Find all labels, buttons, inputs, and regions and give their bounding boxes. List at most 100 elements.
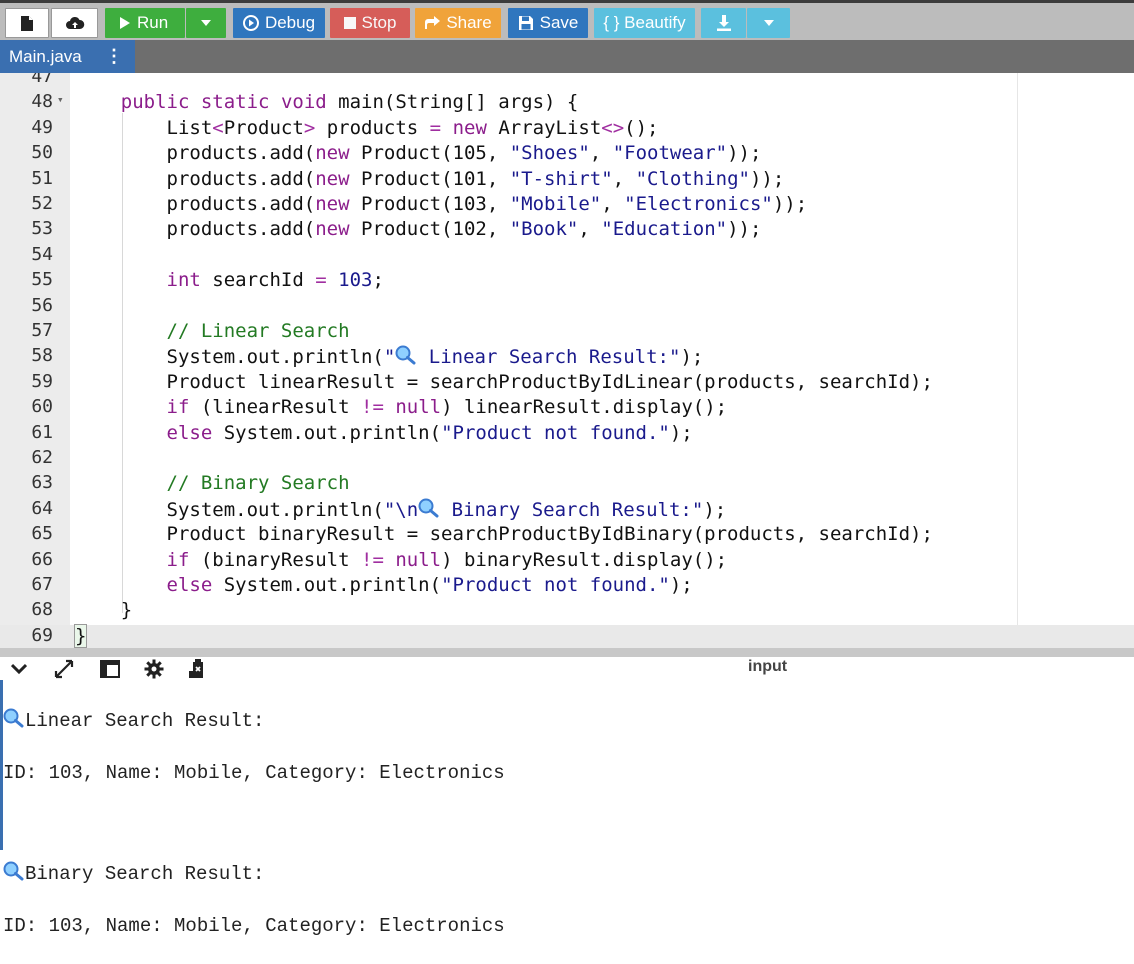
beautify-button[interactable]: { } Beautify — [594, 8, 695, 38]
code-line[interactable]: 53 products.add(new Product(102, "Book",… — [0, 218, 1134, 243]
run-options-dropdown[interactable] — [186, 8, 226, 38]
save-button[interactable]: Save — [508, 8, 588, 38]
code-line[interactable]: 55 int searchId = 103; — [0, 269, 1134, 294]
code-editor[interactable]: 47 48 ▾ public static void main(String[] a… — [0, 73, 1134, 650]
caret-down-icon — [201, 20, 211, 26]
line-number: 61 — [31, 421, 53, 443]
code-line[interactable]: 58 System.out.println(" Linear Search Re… — [0, 345, 1134, 370]
code-line[interactable]: 52 products.add(new Product(103, "Mobile… — [0, 193, 1134, 218]
clear-output-button[interactable] — [186, 657, 210, 680]
code-line[interactable]: 60 if (linearResult != null) linearResul… — [0, 396, 1134, 421]
output-line: ID: 103, Name: Mobile, Category: Electro… — [3, 915, 505, 937]
upload-button[interactable] — [51, 8, 98, 38]
line-number: 66 — [31, 548, 53, 570]
code-text[interactable]: products.add(new Product(101, "T-shirt",… — [75, 168, 785, 190]
line-number: 65 — [31, 523, 53, 545]
code-text[interactable]: System.out.println(" Linear Search Resul… — [75, 345, 703, 370]
magnifying-glass-icon — [3, 861, 25, 889]
code-text[interactable]: // Linear Search — [75, 320, 350, 342]
run-button[interactable]: Run — [105, 8, 185, 38]
expand-output-button[interactable] — [52, 657, 76, 680]
share-button[interactable]: Share — [415, 8, 501, 38]
download-options-dropdown[interactable] — [747, 8, 790, 38]
code-line[interactable]: 67 else System.out.println("Product not … — [0, 574, 1134, 599]
line-number: 57 — [31, 320, 53, 341]
code-text[interactable]: Product linearResult = searchProductById… — [75, 371, 933, 393]
code-text[interactable]: System.out.println("\n Binary Search Res… — [75, 498, 726, 523]
tab-main-java[interactable]: Main.java ⋮ — [0, 40, 135, 73]
line-number: 69 — [31, 624, 53, 646]
layout-toggle-button[interactable] — [98, 657, 122, 680]
line-number: 51 — [31, 167, 53, 189]
code-line[interactable]: 61 else System.out.println("Product not … — [0, 422, 1134, 447]
code-text[interactable]: Product binaryResult = searchProductById… — [75, 523, 933, 545]
line-number: 48 — [31, 91, 53, 113]
code-line[interactable]: 51 products.add(new Product(101, "T-shir… — [0, 168, 1134, 193]
output-toolbar: input — [0, 657, 1134, 680]
code-text[interactable]: products.add(new Product(105, "Shoes", "… — [75, 142, 762, 164]
code-line[interactable]: 64 System.out.println("\n Binary Search … — [0, 498, 1134, 523]
new-file-button[interactable] — [5, 8, 49, 38]
code-text[interactable]: } — [75, 599, 132, 621]
code-text[interactable]: List<Product> products = new ArrayList<>… — [75, 117, 659, 139]
output-line: Linear Search Result: — [3, 708, 505, 736]
debug-label: Debug — [264, 13, 316, 32]
share-icon — [425, 16, 441, 29]
code-line[interactable]: 62 — [0, 447, 1134, 472]
line-number: 68 — [31, 599, 53, 621]
code-text[interactable]: products.add(new Product(102, "Book", "E… — [75, 218, 762, 240]
save-label: Save — [539, 13, 579, 32]
kebab-menu-icon[interactable]: ⋮ — [105, 46, 123, 66]
line-number: 50 — [31, 142, 53, 164]
code-text[interactable]: else System.out.println("Product not fou… — [75, 422, 693, 444]
line-number: 54 — [31, 243, 53, 265]
fold-arrow-icon[interactable]: ▾ — [57, 93, 64, 106]
line-number: 59 — [31, 370, 53, 392]
expand-icon — [54, 659, 74, 678]
code-line[interactable]: 63 // Binary Search — [0, 472, 1134, 497]
code-text[interactable]: int searchId = 103; — [75, 269, 384, 291]
code-text[interactable]: } — [73, 623, 88, 648]
code-text[interactable]: // Binary Search — [75, 472, 350, 494]
play-icon — [120, 17, 130, 29]
code-line[interactable]: 57 // Linear Search — [0, 320, 1134, 345]
code-line[interactable]: 50 products.add(new Product(105, "Shoes"… — [0, 142, 1134, 167]
magnifying-glass-icon — [418, 498, 440, 523]
caret-down-icon — [763, 20, 774, 26]
beautify-label: { } Beautify — [603, 13, 686, 32]
settings-button[interactable] — [142, 657, 166, 680]
code-text[interactable]: public static void main(String[] args) { — [75, 91, 579, 113]
code-text[interactable]: products.add(new Product(103, "Mobile", … — [75, 193, 808, 215]
clear-icon — [189, 658, 203, 678]
line-number: 47 — [31, 73, 53, 87]
code-line[interactable]: 49 List<Product> products = new ArrayLis… — [0, 117, 1134, 142]
line-number: 55 — [31, 269, 53, 291]
file-icon — [21, 15, 33, 31]
code-text[interactable]: else System.out.println("Product not fou… — [75, 574, 693, 596]
input-label: input — [748, 658, 788, 675]
code-line[interactable]: 69} — [0, 623, 1134, 650]
collapse-output-button[interactable] — [8, 657, 30, 680]
layout-icon — [100, 659, 120, 678]
code-line[interactable]: 56 — [0, 295, 1134, 320]
chevron-down-icon — [11, 663, 27, 674]
download-button[interactable] — [701, 8, 746, 38]
output-console: Linear Search Result: ID: 103, Name: Mob… — [3, 683, 505, 964]
code-line[interactable]: 48 ▾ public static void main(String[] arg… — [0, 91, 1134, 116]
code-line[interactable]: 68 } — [0, 599, 1134, 624]
line-number: 62 — [31, 447, 53, 468]
stop-button[interactable]: Stop — [330, 8, 410, 38]
code-line[interactable]: 47 — [0, 73, 1134, 91]
debug-button[interactable]: Debug — [233, 8, 325, 38]
line-number: 52 — [31, 193, 53, 214]
code-line[interactable]: 59 Product linearResult = searchProductB… — [0, 371, 1134, 396]
code-line[interactable]: 66 if (binaryResult != null) binaryResul… — [0, 549, 1134, 574]
code-line[interactable]: 65 Product binaryResult = searchProductB… — [0, 523, 1134, 548]
code-text[interactable]: if (binaryResult != null) binaryResult.d… — [75, 549, 728, 571]
line-number: 67 — [31, 574, 53, 595]
magnifying-glass-icon — [395, 345, 417, 370]
code-text[interactable]: if (linearResult != null) linearResult.d… — [75, 396, 728, 418]
panel-resize-divider[interactable] — [0, 648, 1134, 657]
debug-icon — [242, 15, 259, 31]
code-line[interactable]: 54 — [0, 244, 1134, 269]
